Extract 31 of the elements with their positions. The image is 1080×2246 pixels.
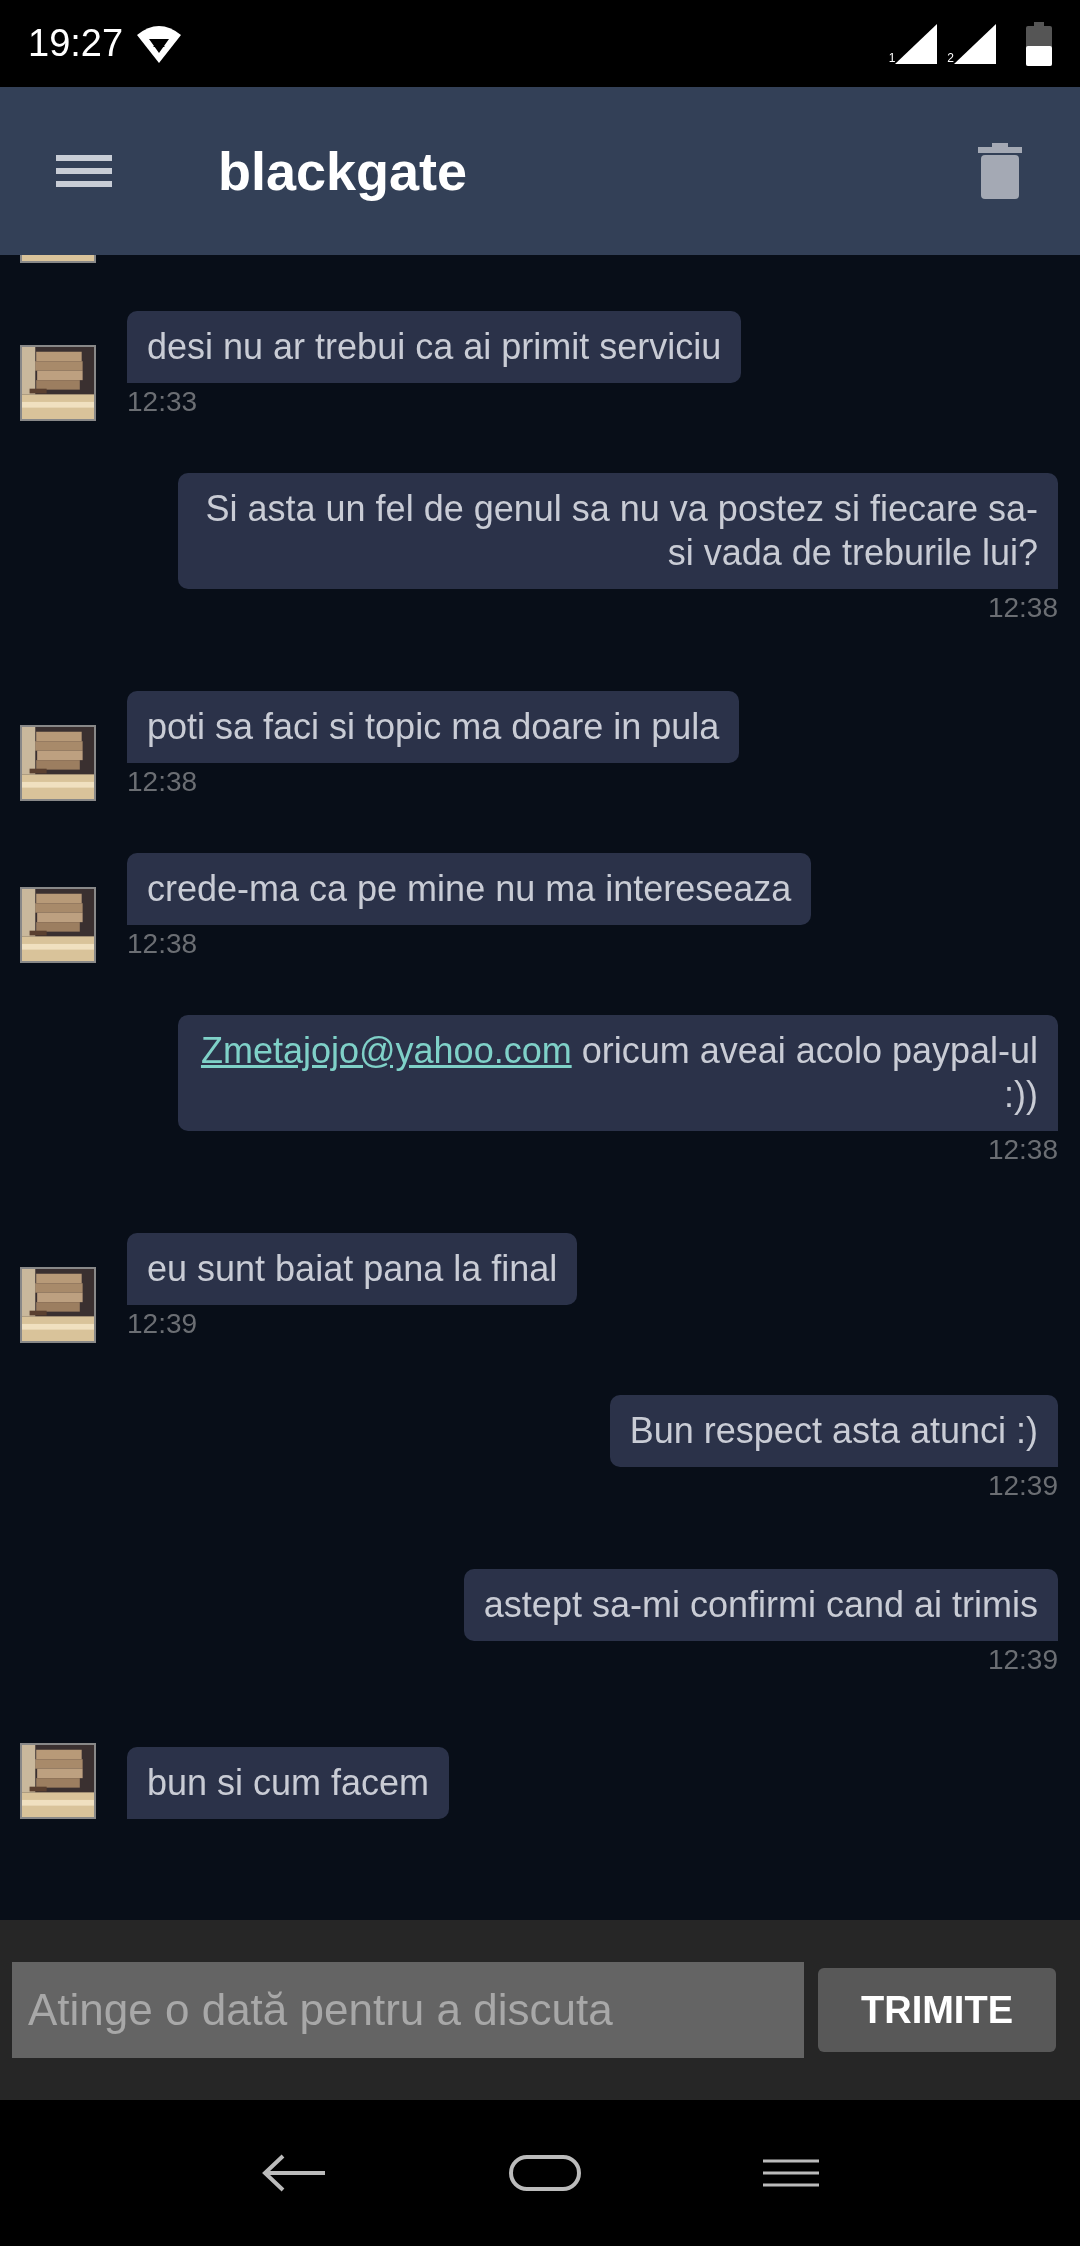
- message-time: 12:38: [127, 765, 198, 799]
- email-link[interactable]: Zmetajojo@yahoo.com: [200, 1030, 572, 1071]
- message-time: 12:33: [127, 385, 198, 419]
- battery-icon: [1026, 21, 1052, 66]
- signal-icon: [954, 23, 996, 64]
- message-text: desi nu ar trebui ca ai primit serviciu: [147, 326, 722, 367]
- sim-label: 1: [888, 51, 896, 64]
- back-icon[interactable]: [261, 2153, 327, 2193]
- home-icon[interactable]: [509, 2155, 581, 2191]
- message-text: bun si cum facem: [147, 1762, 430, 1803]
- delete-icon[interactable]: [978, 143, 1022, 199]
- message-text: Si asta un fel de genul sa nu va postez si fiecare sa-si vada de treburile lui?: [205, 488, 1038, 573]
- message-text: eu sunt baiat pana la final: [147, 1248, 558, 1289]
- message-text: crede-ma ca pe mine nu ma intereseaza: [147, 868, 792, 909]
- message-time: 12:39: [127, 1307, 198, 1341]
- signal-icon: [895, 23, 938, 64]
- message-text: Bun respect asta atunci :): [629, 1410, 1038, 1451]
- message-time: 12:38: [127, 927, 198, 961]
- send-button[interactable]: TRIMITE: [818, 1968, 1056, 2052]
- message-time: 12:38: [987, 1133, 1058, 1167]
- message-time: 12:39: [987, 1469, 1058, 1503]
- menu-icon[interactable]: [763, 2158, 819, 2188]
- message-time: 12:39: [987, 1643, 1058, 1677]
- sim-label: 2: [947, 51, 954, 64]
- message-text: astept sa-mi confirmi cand ai trimis: [483, 1584, 1038, 1625]
- message-time: 12:38: [987, 591, 1058, 625]
- message-text: poti sa faci si topic ma doare in pula: [147, 706, 720, 747]
- clock: 19:27: [28, 21, 124, 66]
- message-text: oricum aveai acolo paypal-ul :)): [581, 1030, 1038, 1115]
- chat-title: blackgate: [218, 139, 468, 203]
- message-input[interactable]: Atinge o dată pentru a discuta: [12, 1962, 804, 2058]
